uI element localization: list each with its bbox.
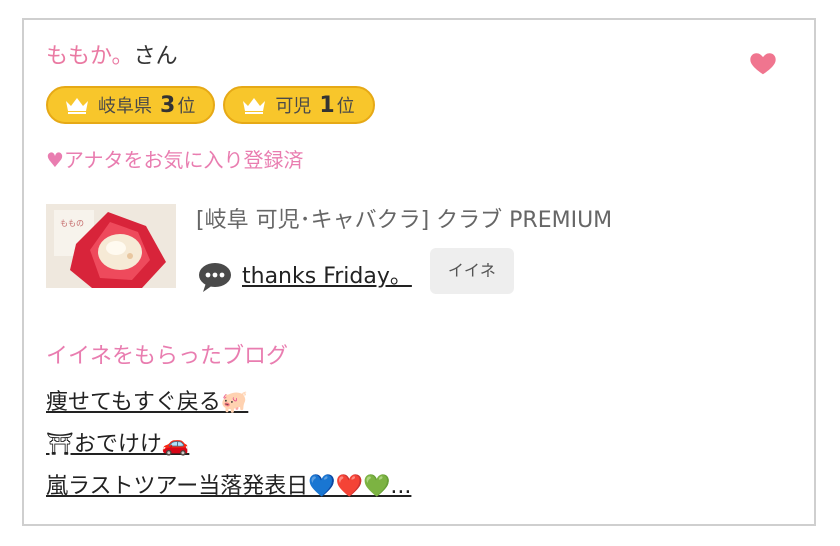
ranking-number: 1	[319, 92, 335, 118]
ranking-area: 岐阜県	[98, 96, 152, 117]
nickname[interactable]: ももか。	[46, 44, 134, 69]
latest-post-row: thanks Friday。 イイネ	[198, 248, 514, 294]
sweet-photo-image: ももの	[46, 204, 176, 288]
post-thumbnail[interactable]: ももの	[46, 204, 176, 288]
blog-link[interactable]: 痩せてもすぐ戻る🐖	[46, 390, 248, 415]
ranking-badges: 岐阜県 3 位 可児 1 位	[46, 86, 375, 124]
blog-link[interactable]: 嵐ラストツアー当落発表日💙❤️💚...	[46, 474, 411, 499]
profile-name[interactable]: ももか。さん	[46, 42, 178, 72]
liked-blog-list: 痩せてもすぐ戻る🐖 ⛩おでけけ🚗 嵐ラストツアー当落発表日💙❤️💚...	[46, 388, 411, 514]
ranking-number: 3	[160, 92, 176, 118]
like-button[interactable]: イイネ	[429, 248, 514, 294]
svg-text:ももの: ももの	[60, 219, 84, 228]
ranking-unit: 位	[336, 96, 355, 117]
ranking-unit: 位	[177, 96, 196, 117]
profile-card: ももか。さん 岐阜県 3 位 可児 1 位 ♥アナタをお気に入り登録済 ももの …	[22, 18, 816, 526]
speech-bubble-icon	[199, 263, 231, 292]
list-item[interactable]: 嵐ラストツアー当落発表日💙❤️💚...	[46, 472, 411, 514]
post-title-link[interactable]: thanks Friday。	[242, 262, 426, 292]
favorite-status: ♥アナタをお気に入り登録済	[46, 148, 304, 172]
ranking-badge-prefecture[interactable]: 岐阜県 3 位	[46, 86, 216, 124]
list-item[interactable]: 痩せてもすぐ戻る🐖	[46, 388, 411, 430]
crown-icon	[243, 98, 266, 114]
post-shop-info: [岐阜 可児･キャバクラ] クラブ PREMIUM	[196, 208, 613, 233]
liked-blogs-heading: イイネをもらったブログ	[46, 344, 289, 369]
name-suffix: さん	[133, 44, 178, 69]
crown-icon	[66, 98, 88, 114]
blog-link[interactable]: ⛩おでけけ🚗	[46, 432, 189, 457]
heart-icon	[750, 53, 776, 75]
favorite-heart-icon[interactable]	[748, 48, 778, 78]
ranking-badge-city[interactable]: 可児 1 位	[223, 86, 375, 124]
ranking-area: 可児	[275, 96, 312, 117]
list-item[interactable]: ⛩おでけけ🚗	[46, 430, 411, 472]
